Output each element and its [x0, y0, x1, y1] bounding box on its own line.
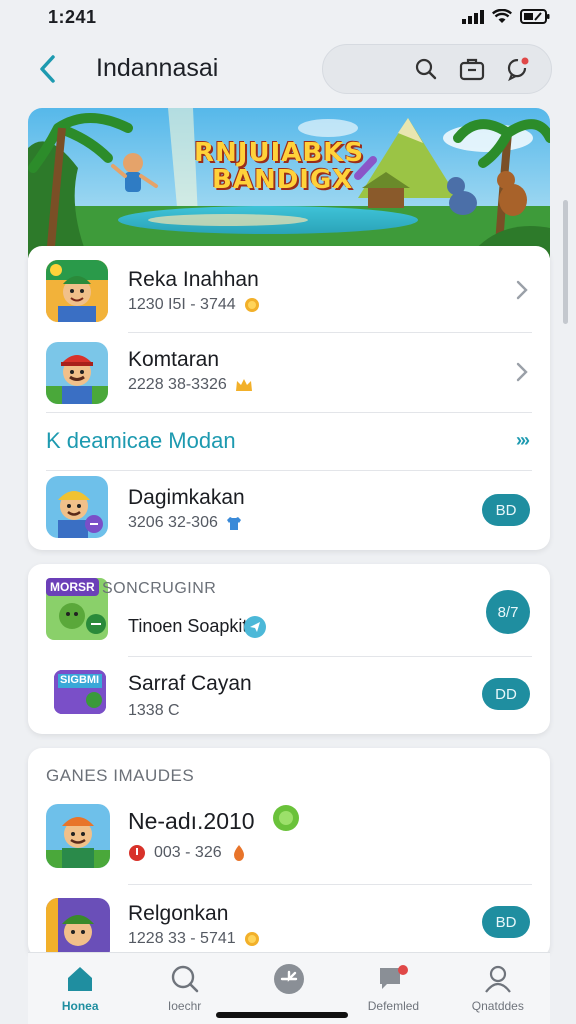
- games-card: GANES IMAUDES Ne-adı.2010 003 - 326 Relg…: [28, 748, 550, 958]
- app-meta-text: 1230 I5I - 3744: [128, 296, 236, 313]
- chevron-right-icon: [516, 362, 528, 382]
- section-header: SONCRUGINR: [102, 580, 217, 597]
- status-bar: 1:241: [0, 0, 576, 36]
- app-meta: 3206 32-306: [128, 514, 242, 532]
- search-button[interactable]: [411, 54, 441, 84]
- app-icon-label: SIGBMI: [60, 674, 100, 686]
- get-button[interactable]: DD: [482, 678, 530, 710]
- alert-icon: [129, 845, 145, 861]
- app-meta: 1228 33 - 5741: [128, 930, 260, 948]
- get-button[interactable]: 8/7: [486, 590, 530, 634]
- hero-title-line2: BANDIGX: [212, 165, 354, 195]
- nav-label: Ioechr: [167, 999, 202, 1013]
- list-item[interactable]: Reka Inahhan 1230 I5I - 3744: [28, 246, 550, 332]
- chat-bubble-icon: [507, 57, 529, 82]
- app-meta-text: 003 - 326: [154, 844, 222, 861]
- section-link: K deamicae Modan: [46, 428, 236, 453]
- list-item[interactable]: SIGBMI Sarraf Cayan 1338 C DD: [28, 656, 550, 734]
- get-button[interactable]: BD: [482, 906, 530, 938]
- battery-icon: [520, 9, 550, 29]
- app-meta-text: 3206 32-306: [128, 514, 218, 531]
- scrollbar[interactable]: [563, 200, 568, 324]
- app-name: Ne-adı.2010: [128, 808, 255, 835]
- nav-profile[interactable]: Qnatddes: [446, 953, 550, 1024]
- profile-icon: [482, 963, 514, 995]
- header: Indannasai: [0, 40, 576, 98]
- list-item[interactable]: MORSR SONCRUGINR Tinoen Soapkit 8/7: [28, 564, 550, 656]
- section-link-row[interactable]: K deamicae Modan ›››: [28, 412, 550, 470]
- page-title: Indannasai: [96, 54, 219, 82]
- app-name-text: Ne-adı.2010: [128, 808, 255, 834]
- chevron-left-icon: [40, 55, 55, 83]
- bag-button[interactable]: [457, 54, 487, 84]
- app-meta: 1230 I5I - 3744: [128, 296, 260, 314]
- category-tag: MORSR: [46, 578, 99, 596]
- wifi-icon: [491, 8, 513, 29]
- search-icon: [169, 963, 201, 995]
- app-name: Dagimkakan: [128, 486, 245, 509]
- send-icon: [244, 616, 266, 638]
- shirt-icon: [226, 517, 241, 530]
- app-meta: 2228 38-3326: [128, 376, 253, 394]
- app-name: Sarraf Cayan: [128, 672, 252, 695]
- featured-games-card: Reka Inahhan 1230 I5I - 3744 Komtaran 22…: [28, 246, 550, 550]
- hero-banner[interactable]: RNJUIABKS BANDIGX: [28, 108, 550, 258]
- nav-label: Qnatddes: [471, 999, 524, 1013]
- app-icon: SIGBMI: [54, 670, 106, 714]
- home-indicator[interactable]: [216, 1012, 348, 1018]
- app-meta-text: 2228 38-3326: [128, 376, 227, 393]
- app-meta: 003 - 326: [128, 844, 248, 862]
- chat-icon: [377, 963, 409, 995]
- app-icon: [46, 476, 108, 538]
- notifications-button[interactable]: [503, 54, 533, 84]
- section-header: GANES IMAUDES: [46, 766, 195, 785]
- nav-label: Defemled: [367, 999, 420, 1013]
- app-icon: [46, 898, 110, 958]
- app-name: Tinoen Soapkit: [128, 616, 247, 637]
- hero-title-line1: RNJUIABKS: [194, 138, 365, 168]
- nav-label: Honea: [61, 999, 99, 1013]
- app-name-text: Tinoen Soapkit: [128, 616, 248, 636]
- list-item[interactable]: Dagimkakan 3206 32-306 BD: [28, 470, 550, 550]
- app-icon: [46, 342, 108, 404]
- nav-home[interactable]: Honea: [28, 953, 132, 1024]
- app-name: Komtaran: [128, 348, 220, 371]
- app-icon: [46, 260, 108, 322]
- app-meta-text: 1228 33 - 5741: [128, 930, 236, 947]
- get-button[interactable]: BD: [482, 494, 530, 526]
- double-arrow-icon: ›››: [516, 430, 530, 450]
- app-name: Reka Inahhan: [128, 268, 259, 291]
- app-icon: [46, 804, 110, 868]
- briefcase-icon: [459, 58, 485, 81]
- header-actions: [322, 44, 552, 94]
- signal-icon: [462, 9, 484, 29]
- crown-icon: [235, 379, 252, 391]
- nav-messages[interactable]: Defemled: [341, 953, 445, 1024]
- fire-icon: [233, 845, 244, 861]
- list-item[interactable]: Ne-adı.2010 003 - 326: [28, 796, 550, 884]
- chevron-right-icon: [516, 280, 528, 300]
- coin-icon: [244, 298, 259, 312]
- status-time: 1:241: [48, 7, 97, 27]
- compass-icon: [273, 963, 305, 995]
- recommended-card: MORSR SONCRUGINR Tinoen Soapkit 8/7 SIGB…: [28, 564, 550, 734]
- app-meta: 1338 C: [128, 702, 180, 719]
- home-icon: [64, 963, 96, 995]
- hero-logo: RNJUIABKS BANDIGX: [194, 140, 364, 194]
- list-item[interactable]: Komtaran 2228 38-3326: [28, 332, 550, 412]
- list-item[interactable]: Relgonkan 1228 33 - 5741 BD: [28, 884, 550, 958]
- app-name: Relgonkan: [128, 902, 229, 925]
- status-icons: [462, 8, 550, 29]
- coin-icon: [244, 932, 259, 946]
- search-icon: [415, 58, 437, 80]
- back-button[interactable]: [30, 50, 64, 88]
- gem-icon: [273, 805, 299, 831]
